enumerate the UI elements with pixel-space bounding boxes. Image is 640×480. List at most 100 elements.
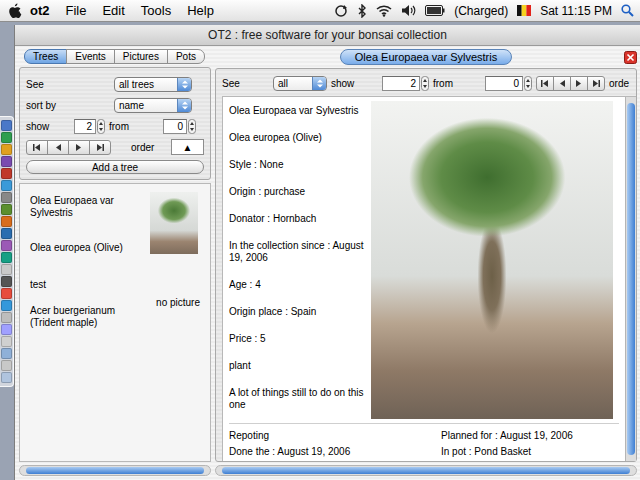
battery-icon[interactable] — [425, 5, 445, 16]
order-button[interactable]: ▲ — [171, 139, 204, 155]
number-field[interactable]: 0 — [163, 119, 187, 134]
dock-app-icon[interactable] — [1, 312, 12, 323]
menu-item[interactable]: File — [58, 3, 95, 18]
dock-app-icon[interactable] — [1, 192, 12, 203]
detail-field: In the collection since : August 19, 200… — [229, 240, 365, 264]
sync-icon[interactable] — [334, 4, 348, 18]
stepper-arrows-icon[interactable] — [188, 119, 196, 134]
tree-species: Olea europea (Olive) — [30, 242, 144, 254]
tree-list: Olea Europaea var SylvestrisOlea europea… — [19, 183, 211, 462]
dock-app-icon[interactable] — [1, 156, 12, 167]
page-navigation — [26, 140, 111, 155]
dock-app-icon[interactable] — [1, 240, 12, 251]
updown-arrow-icon — [182, 101, 188, 110]
dock-app-icon[interactable] — [1, 252, 12, 263]
tree-text: Olea Europaea var SylvestrisOlea europea… — [30, 192, 144, 254]
close-icon[interactable] — [624, 51, 637, 64]
tab[interactable]: Pictures — [114, 49, 168, 64]
sort-select[interactable]: name — [114, 98, 192, 113]
tree-species: Acer buergerianum (Trident maple) — [30, 305, 144, 329]
dock-app-icon[interactable] — [1, 336, 12, 347]
menu-item[interactable]: Help — [179, 3, 222, 18]
last-icon — [591, 79, 601, 88]
volume-icon[interactable] — [401, 4, 416, 17]
dock-app-icon[interactable] — [1, 264, 12, 275]
horizontal-scrollbar[interactable] — [215, 465, 637, 476]
next-page-button[interactable] — [570, 76, 588, 91]
dock-app-icon[interactable] — [1, 132, 12, 143]
number-field[interactable]: 2 — [74, 119, 96, 134]
updown-arrow-icon — [317, 79, 323, 88]
dock-app-icon[interactable] — [1, 144, 12, 155]
number-field[interactable]: 0 — [485, 76, 523, 91]
detail-field: Olea Europaea var Sylvestris — [229, 105, 365, 117]
no-picture-label: no picture — [156, 297, 200, 309]
bluetooth-icon[interactable] — [357, 4, 367, 18]
clock[interactable]: Sat 11:15 PM — [540, 4, 612, 18]
dock-app-icon[interactable] — [1, 216, 12, 227]
page-navigation — [536, 76, 605, 91]
tab[interactable]: Events — [66, 49, 115, 64]
vertical-scrollbar[interactable] — [625, 97, 636, 461]
scroll-thumb[interactable] — [26, 467, 204, 474]
belgian-flag-icon[interactable] — [517, 5, 531, 16]
detail-filter-row: Seeallshow2from0orde — [222, 75, 636, 91]
event-entry: RepotingPlanned for : August 19, 2006Don… — [229, 423, 619, 458]
prev-page-button[interactable] — [47, 140, 69, 155]
dock-app-icon[interactable] — [1, 372, 12, 383]
menu-item[interactable]: Tools — [133, 3, 179, 18]
add-tree-button[interactable]: Add a tree — [26, 160, 204, 174]
dock-app-icon[interactable] — [1, 324, 12, 335]
detail-box: Seeallshow2from0orde Olea Europaea var Sy… — [215, 68, 637, 462]
next-icon — [574, 79, 584, 88]
dock-app-icon[interactable] — [1, 288, 12, 299]
close-button[interactable] — [624, 51, 637, 64]
menu-extras: (Charged) Sat 11:15 PM — [334, 4, 634, 18]
dock-app-icon[interactable] — [1, 120, 12, 131]
dock-app-icon[interactable] — [1, 180, 12, 191]
wifi-icon[interactable] — [376, 4, 392, 17]
app-menu[interactable]: ot2 — [22, 3, 58, 18]
dock — [0, 22, 14, 480]
menu-item[interactable]: Edit — [94, 3, 132, 18]
horizontal-scrollbar[interactable] — [19, 465, 211, 476]
tree-photo[interactable] — [371, 101, 613, 419]
dock-app-icon[interactable] — [1, 348, 12, 359]
stepper-arrows-icon[interactable] — [421, 76, 429, 91]
last-icon — [95, 143, 105, 152]
scroll-thumb[interactable] — [222, 467, 630, 474]
next-page-button[interactable] — [68, 140, 90, 155]
prev-page-button[interactable] — [553, 76, 571, 91]
battery-status: (Charged) — [454, 4, 508, 18]
first-page-button[interactable] — [26, 140, 48, 155]
see-select[interactable]: all — [273, 76, 327, 91]
select-arrow — [312, 77, 326, 90]
first-page-button[interactable] — [536, 76, 554, 91]
apple-logo-icon[interactable] — [8, 3, 22, 19]
scroll-thumb[interactable] — [627, 103, 635, 455]
tab[interactable]: Pots — [167, 49, 205, 64]
tree-thumbnail[interactable] — [150, 192, 198, 254]
spotlight-icon[interactable] — [621, 4, 634, 17]
tab[interactable]: Trees — [24, 49, 67, 64]
dock-app-icon[interactable] — [1, 276, 12, 287]
dock-app-icon[interactable] — [1, 300, 12, 311]
tree-item[interactable]: Olea Europaea var SylvestrisOlea europea… — [30, 192, 200, 254]
stepper-arrows-icon[interactable] — [524, 76, 532, 91]
dock-app-icon[interactable] — [1, 360, 12, 371]
select-arrow — [177, 78, 191, 91]
select-arrow — [177, 99, 191, 112]
event-name: Repoting — [229, 430, 441, 442]
detail-field: Donator : Hornbach — [229, 213, 365, 225]
see-select[interactable]: all trees — [114, 77, 192, 92]
window-title: OT2 : free software for your bonsai coll… — [15, 25, 640, 46]
last-page-button[interactable] — [89, 140, 111, 155]
dock-app-icon[interactable] — [1, 228, 12, 239]
dock-app-icon[interactable] — [1, 204, 12, 215]
tree-item[interactable]: testAcer buergerianum (Trident maple)no … — [30, 276, 200, 329]
last-page-button[interactable] — [587, 76, 605, 91]
dock-app-icon[interactable] — [1, 168, 12, 179]
number-field[interactable]: 2 — [382, 76, 420, 91]
from-label: from — [109, 121, 159, 132]
stepper-arrows-icon[interactable] — [97, 119, 105, 134]
